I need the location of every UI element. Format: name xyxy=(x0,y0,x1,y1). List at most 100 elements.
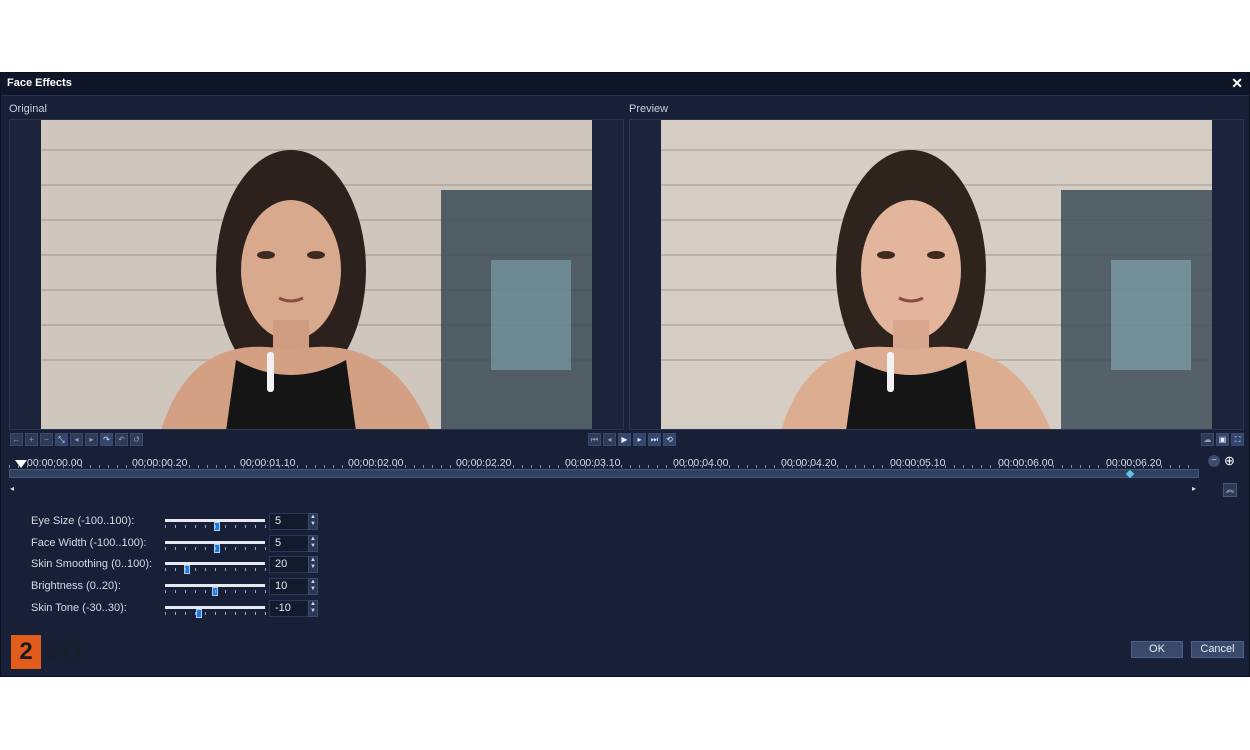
original-label: Original xyxy=(9,103,47,115)
remove-keyframe-icon[interactable]: − xyxy=(40,433,53,446)
ruler-tick xyxy=(900,465,901,468)
ruler-tick xyxy=(45,465,46,468)
ruler-tick xyxy=(927,465,928,468)
skin-smoothing-slider[interactable] xyxy=(165,562,265,574)
ruler-tick xyxy=(297,465,298,468)
ruler-tick xyxy=(81,465,82,468)
ruler-tick xyxy=(666,465,667,468)
brightness-slider[interactable] xyxy=(165,584,265,596)
ruler-tick xyxy=(891,465,892,468)
ruler-tick xyxy=(288,465,289,468)
face-width-input[interactable]: 5 xyxy=(269,535,309,552)
slider-scale xyxy=(165,612,266,615)
go-to-end-icon[interactable]: ⏭ xyxy=(648,433,661,446)
reset-icon[interactable]: ↺ xyxy=(130,433,143,446)
ruler-tick xyxy=(675,465,676,468)
zoom-in-icon[interactable]: ⊕ xyxy=(1224,453,1235,469)
ruler-tick xyxy=(441,465,442,468)
ruler-tick xyxy=(801,465,802,468)
ruler-tick xyxy=(765,465,766,468)
skin-tone-slider[interactable] xyxy=(165,606,265,618)
ruler-tick xyxy=(495,465,496,468)
ruler-tick xyxy=(729,465,730,468)
cloud-icon[interactable]: ☁ xyxy=(1201,433,1214,446)
close-icon[interactable]: ✕ xyxy=(1231,75,1243,92)
add-keyframe-icon[interactable]: + xyxy=(25,433,38,446)
ruler-tick xyxy=(837,465,838,468)
original-video xyxy=(9,119,624,430)
fit-icon[interactable]: ⤡ xyxy=(55,433,68,446)
ruler-tick xyxy=(423,465,424,468)
ruler-tick xyxy=(828,465,829,468)
ruler-tick xyxy=(783,465,784,468)
skin-smoothing-spinner[interactable]: ▲ ▼ xyxy=(308,556,318,573)
ruler-tick xyxy=(963,465,964,468)
ruler-tick xyxy=(369,465,370,468)
ruler-tick xyxy=(342,465,343,468)
ruler-tick xyxy=(324,465,325,468)
brightness-input[interactable]: 10 xyxy=(269,578,309,595)
skin-smoothing-input[interactable]: 20 xyxy=(269,556,309,573)
face-width-slider[interactable] xyxy=(165,541,265,553)
ruler-tick xyxy=(216,465,217,468)
title-bar[interactable]: Face Effects ✕ xyxy=(1,73,1249,96)
ruler-tick xyxy=(1179,465,1180,468)
monitor-icon[interactable]: ▣ xyxy=(1216,433,1229,446)
eye-size-slider[interactable] xyxy=(165,519,265,531)
eye-size-input[interactable]: 5 xyxy=(269,513,309,530)
ruler-tick xyxy=(1107,465,1108,468)
ruler-tick xyxy=(756,465,757,468)
timeline-track[interactable] xyxy=(9,469,1199,478)
fullscreen-icon[interactable]: ⛶ xyxy=(1231,433,1244,446)
ruler-tick xyxy=(1098,465,1099,468)
zoom-out-icon[interactable]: − xyxy=(1208,455,1220,467)
timeline-ruler[interactable]: 00:00:00.00 00:00:00.20 00:00:01.10 00:0… xyxy=(9,453,1199,481)
ruler-tick xyxy=(612,465,613,468)
ruler-tick xyxy=(243,465,244,468)
next-keyframe-icon[interactable]: ▸ xyxy=(85,433,98,446)
slider-scale xyxy=(165,525,266,528)
ruler-tick xyxy=(1188,465,1189,468)
brightness-spinner[interactable]: ▲ ▼ xyxy=(308,578,318,595)
go-to-start-icon[interactable]: ⏮ xyxy=(588,433,601,446)
playback-controls: ⏮ ◂ ▶ ▸ ⏭ ⟲ xyxy=(588,433,676,447)
ruler-tick xyxy=(1116,465,1117,468)
scroll-right-icon[interactable]: ▸ xyxy=(1192,484,1196,493)
skin-tone-spinner[interactable]: ▲ ▼ xyxy=(308,600,318,617)
ruler-tick xyxy=(108,465,109,468)
ruler-tick xyxy=(648,465,649,468)
redo-icon[interactable]: ↷ xyxy=(100,433,113,446)
arrow-left-icon[interactable]: ← xyxy=(10,433,23,446)
ruler-tick xyxy=(459,465,460,468)
ruler-tick xyxy=(36,465,37,468)
repeat-icon[interactable]: ⟲ xyxy=(663,433,676,446)
face-width-spinner[interactable]: ▲ ▼ xyxy=(308,535,318,552)
ruler-tick xyxy=(621,465,622,468)
eye-size-spinner[interactable]: ▲ ▼ xyxy=(308,513,318,530)
ruler-tick xyxy=(162,465,163,468)
ruler-tick xyxy=(261,465,262,468)
previous-frame-icon[interactable]: ◂ xyxy=(603,433,616,446)
ruler-tick xyxy=(747,465,748,468)
ruler-tick xyxy=(819,465,820,468)
ruler-tick xyxy=(954,465,955,468)
next-frame-icon[interactable]: ▸ xyxy=(633,433,646,446)
ruler-tick xyxy=(639,465,640,468)
ruler-tick xyxy=(522,465,523,468)
play-icon[interactable]: ▶ xyxy=(618,433,631,446)
collapse-icon[interactable]: ︽ xyxy=(1223,483,1237,497)
prev-keyframe-icon[interactable]: ◂ xyxy=(70,433,83,446)
ok-button[interactable]: OK xyxy=(1131,641,1183,658)
ruler-tick xyxy=(531,465,532,468)
cancel-button[interactable]: Cancel xyxy=(1191,641,1244,658)
ruler-tick xyxy=(144,465,145,468)
ruler-tick xyxy=(630,465,631,468)
undo-icon[interactable]: ↶ xyxy=(115,433,128,446)
playhead-marker[interactable] xyxy=(15,460,27,468)
ruler-tick xyxy=(594,465,595,468)
scroll-left-icon[interactable]: ◂ xyxy=(10,484,14,493)
ruler-tick xyxy=(135,465,136,468)
ruler-tick xyxy=(1152,465,1153,468)
ruler-tick xyxy=(1143,465,1144,468)
skin-tone-input[interactable]: -10 xyxy=(269,600,309,617)
